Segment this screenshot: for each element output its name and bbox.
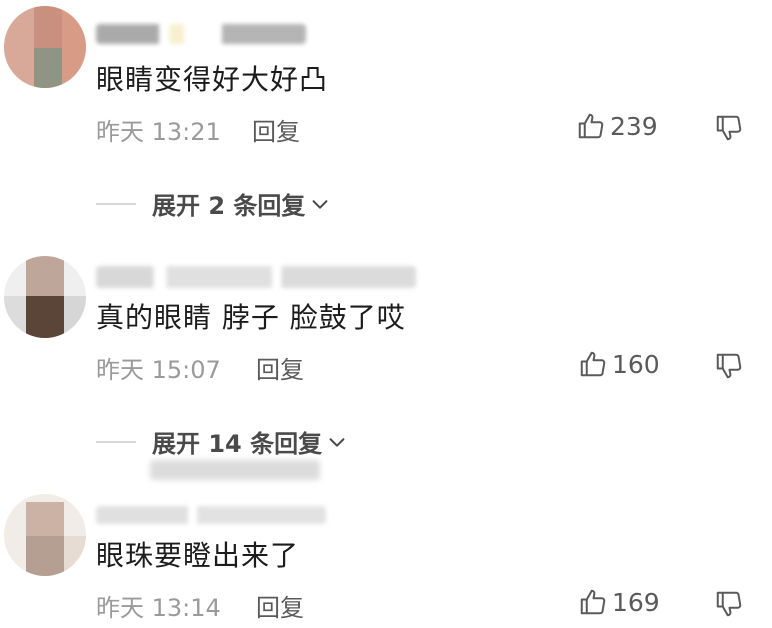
reply-button[interactable]: 回复 <box>256 588 304 623</box>
like-count: 169 <box>612 587 660 617</box>
dislike-button[interactable] <box>714 589 744 623</box>
thumbs-down-icon <box>716 591 742 617</box>
like-button[interactable]: 169 <box>578 587 660 617</box>
thumbs-up-icon <box>580 589 606 615</box>
comment-time: 昨天 13:14 <box>96 594 221 622</box>
comment-text: 眼珠要瞪出来了 <box>96 539 300 572</box>
comment-item: 眼珠要瞪出来了 昨天 13:14 回复 169 <box>0 0 772 628</box>
avatar[interactable] <box>4 494 86 576</box>
username-redacted[interactable] <box>96 506 326 524</box>
